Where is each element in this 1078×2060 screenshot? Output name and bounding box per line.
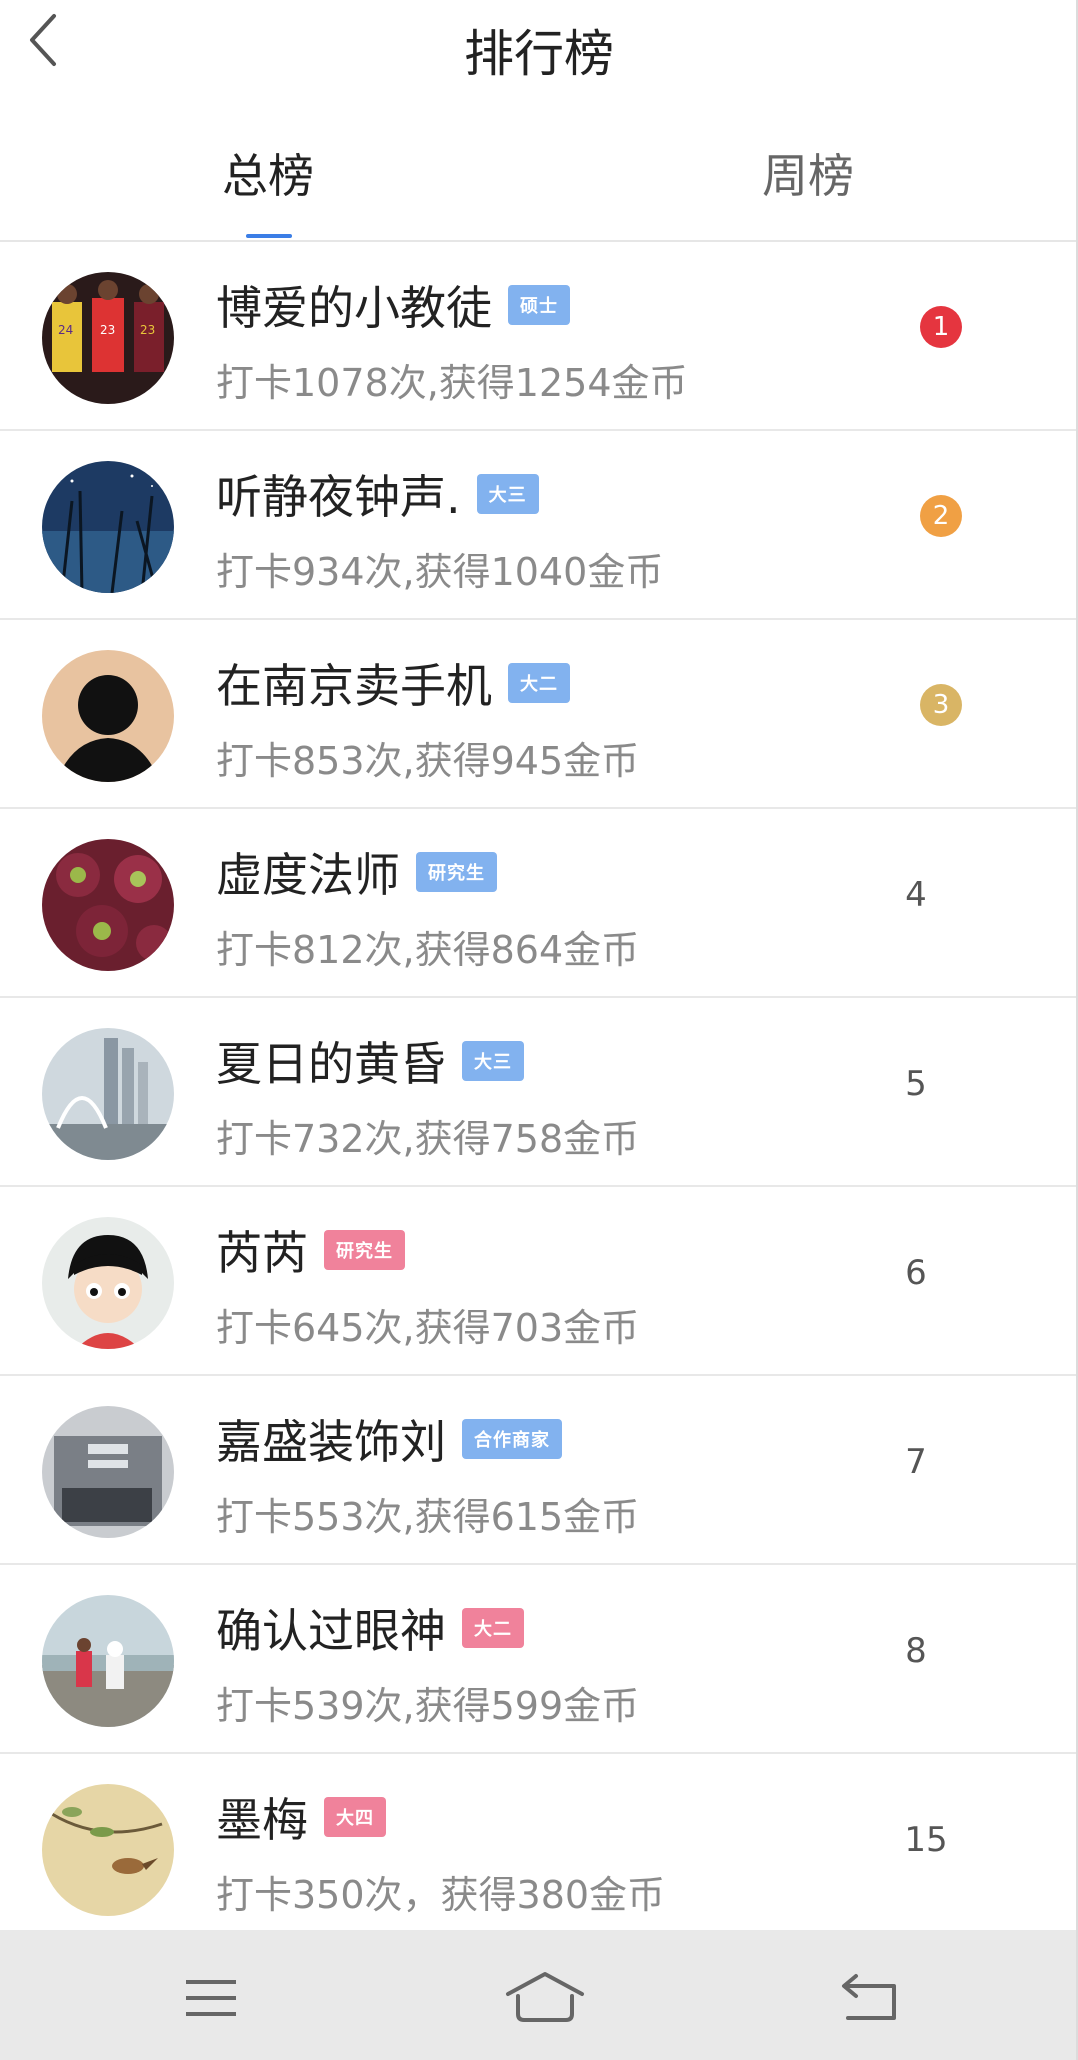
avatar[interactable] <box>42 461 174 593</box>
checkin-summary: 打卡934次,获得1040金币 <box>216 550 664 594</box>
name-line: 夏日的黄昏 大三 <box>216 1028 524 1094</box>
svg-text:23: 23 <box>100 323 115 337</box>
name-line: 确认过眼神 大二 <box>216 1595 524 1661</box>
user-name: 嘉盛装饰刘 <box>216 1415 446 1469</box>
checkin-summary: 打卡539次,获得599金币 <box>216 1684 640 1728</box>
checkin-summary: 打卡853次,获得945金币 <box>216 739 640 783</box>
avatar[interactable] <box>42 1595 174 1727</box>
level-badge: 研究生 <box>416 852 497 892</box>
svg-text:24: 24 <box>58 323 73 337</box>
name-line: 在南京卖手机 大二 <box>216 650 570 716</box>
name-line: 芮芮 研究生 <box>216 1217 405 1283</box>
user-name: 夏日的黄昏 <box>216 1037 446 1091</box>
list-item[interactable]: 听静夜钟声. 大三打卡934次,获得1040金币 2 <box>0 431 1078 620</box>
avatar[interactable] <box>42 1784 174 1916</box>
name-line: 虚度法师 研究生 <box>216 839 497 905</box>
list-item[interactable]: 芮芮 研究生打卡645次,获得703金币 6 <box>0 1187 1078 1376</box>
avatar[interactable] <box>42 1406 174 1538</box>
user-name: 芮芮 <box>216 1226 308 1280</box>
rank-medal: 2 <box>920 495 962 537</box>
level-badge: 大二 <box>462 1608 524 1648</box>
list-item[interactable]: 确认过眼神 大二打卡539次,获得599金币 8 <box>0 1565 1078 1754</box>
level-badge: 合作商家 <box>462 1419 562 1459</box>
list-item[interactable]: 虚度法师 研究生打卡812次,获得864金币 4 <box>0 809 1078 998</box>
avatar[interactable] <box>42 650 174 782</box>
user-name: 听静夜钟声. <box>216 470 461 524</box>
list-item[interactable]: 夏日的黄昏 大三打卡732次,获得758金币 5 <box>0 998 1078 1187</box>
level-badge: 研究生 <box>324 1230 405 1270</box>
rank-number: 4 <box>905 875 927 915</box>
rank-number: 7 <box>905 1442 927 1482</box>
name-line: 嘉盛装饰刘 合作商家 <box>216 1406 562 1472</box>
home-button[interactable] <box>500 1968 590 2028</box>
checkin-summary: 打卡553次,获得615金币 <box>216 1495 640 1539</box>
avatar[interactable]: 24 23 23 <box>42 272 174 404</box>
rank-number: 5 <box>905 1064 927 1104</box>
tab-bar: 总榜 周榜 <box>0 130 1078 240</box>
return-icon <box>842 1974 896 2020</box>
name-line: 听静夜钟声. 大三 <box>216 461 539 527</box>
rank-medal: 3 <box>920 684 962 726</box>
rank-medal: 1 <box>920 306 962 348</box>
tab-weekly[interactable]: 周榜 <box>762 140 854 206</box>
return-button[interactable] <box>836 1968 906 2028</box>
checkin-summary: 打卡732次,获得758金币 <box>216 1117 640 1161</box>
home-icon <box>506 1972 584 2022</box>
checkin-summary: 打卡1078次,获得1254金币 <box>216 361 688 405</box>
level-badge: 大二 <box>508 663 570 703</box>
checkin-summary: 打卡350次，获得380金币 <box>216 1873 666 1917</box>
rank-number: 8 <box>905 1631 927 1671</box>
avatar[interactable] <box>42 1217 174 1349</box>
user-name: 博爱的小教徒 <box>216 281 492 335</box>
user-name: 墨梅 <box>216 1793 308 1847</box>
active-tab-indicator <box>246 234 292 238</box>
name-line: 博爱的小教徒 硕士 <box>216 272 570 338</box>
header: 排行榜 <box>0 0 1078 100</box>
user-name: 在南京卖手机 <box>216 659 492 713</box>
avatar[interactable] <box>42 839 174 971</box>
checkin-summary: 打卡645次,获得703金币 <box>216 1306 640 1350</box>
ranking-list: 24 23 23 博爱的小教徒 硕士 打卡1078次,获得1254金币 1 听静夜钟声. 大三打… <box>0 242 1078 1948</box>
user-name: 确认过眼神 <box>216 1604 446 1658</box>
tab-total[interactable]: 总榜 <box>222 140 314 206</box>
list-item[interactable]: 嘉盛装饰刘 合作商家打卡553次,获得615金币 7 <box>0 1376 1078 1565</box>
page-title: 排行榜 <box>464 25 614 83</box>
rank-number: 15 <box>904 1820 948 1860</box>
list-item[interactable]: 在南京卖手机 大二打卡853次,获得945金币 3 <box>0 620 1078 809</box>
user-name: 虚度法师 <box>216 848 400 902</box>
rank-number: 6 <box>905 1253 927 1293</box>
level-badge: 大三 <box>476 474 539 514</box>
menu-button[interactable] <box>176 1968 246 2028</box>
checkin-summary: 打卡812次,获得864金币 <box>216 928 640 972</box>
menu-icon <box>186 1980 236 2016</box>
level-badge: 大四 <box>324 1797 386 1837</box>
list-item[interactable]: 墨梅 大四打卡350次，获得380金币 15 <box>0 1754 1078 1948</box>
avatar[interactable] <box>42 1028 174 1160</box>
svg-text:23: 23 <box>140 323 155 337</box>
level-badge: 硕士 <box>508 285 570 325</box>
name-line: 墨梅 大四 <box>216 1784 386 1850</box>
system-nav-bar <box>0 1930 1078 2060</box>
list-item[interactable]: 24 23 23 博爱的小教徒 硕士打卡1078次,获得1254金币 1 <box>0 242 1078 431</box>
level-badge: 大三 <box>462 1041 524 1081</box>
